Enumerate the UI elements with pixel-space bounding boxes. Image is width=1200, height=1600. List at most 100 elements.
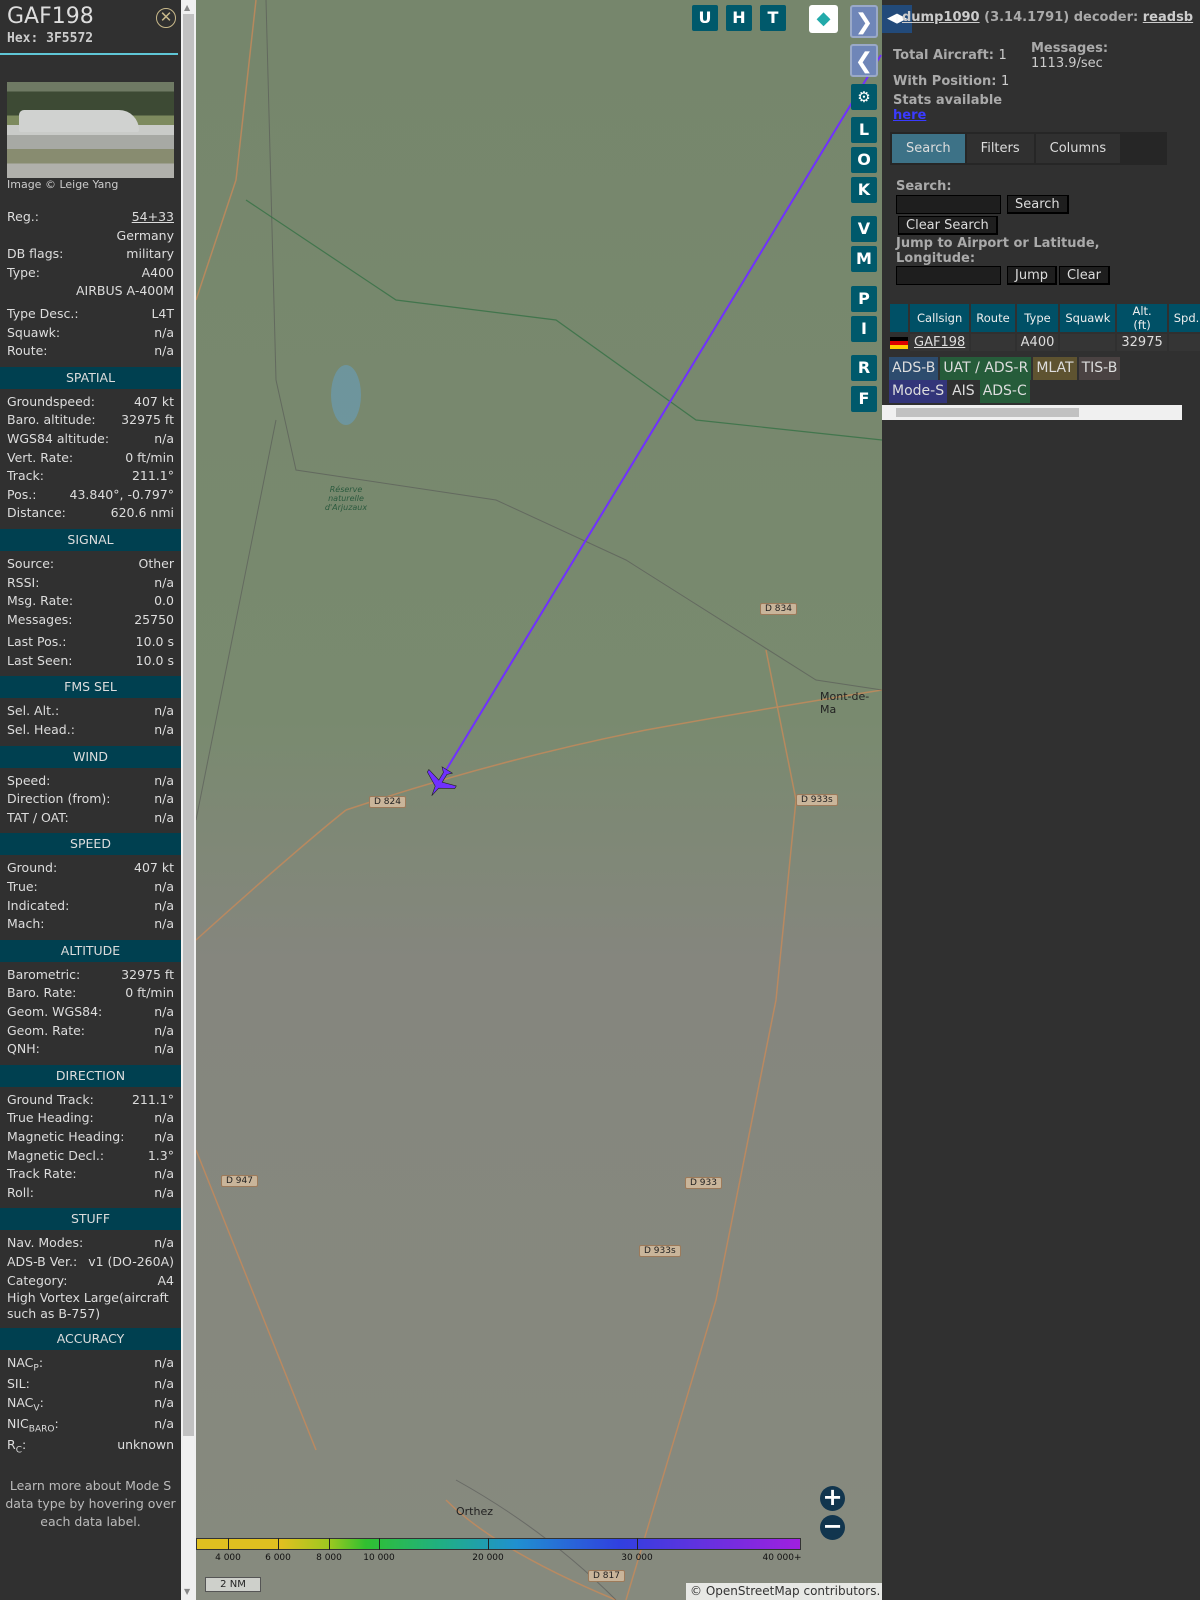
map-button-k[interactable]: K	[851, 177, 877, 203]
scroll-up-icon[interactable]: ▲	[184, 3, 190, 12]
info-label[interactable]: Direction (from):	[7, 790, 111, 809]
column-flag[interactable]	[890, 304, 908, 332]
close-icon[interactable]: ✕	[156, 8, 176, 28]
map-button-t[interactable]: T	[760, 5, 786, 31]
search-button[interactable]: Search	[1007, 195, 1069, 214]
sidebar-scrollbar[interactable]: ▲ ▼	[181, 0, 196, 1600]
info-label[interactable]: Category:	[7, 1272, 67, 1291]
info-label[interactable]: Last Seen:	[7, 652, 72, 671]
info-label[interactable]: SIL:	[7, 1375, 30, 1394]
map-button-o[interactable]: O	[851, 147, 877, 173]
zoom-out-icon[interactable]: −	[820, 1514, 845, 1540]
info-label[interactable]: ADS-B Ver.:	[7, 1253, 77, 1272]
table-row[interactable]: GAF198 A400 32975	[890, 334, 1200, 351]
column-route[interactable]: Route	[971, 304, 1015, 332]
info-label[interactable]: Groundspeed:	[7, 393, 95, 412]
zoom-in-icon[interactable]: +	[820, 1485, 845, 1511]
info-label[interactable]: Vert. Rate:	[7, 449, 73, 468]
clear-search-button[interactable]: Clear Search	[898, 216, 998, 235]
info-label[interactable]: RC:	[7, 1436, 26, 1457]
info-label[interactable]: Msg. Rate:	[7, 592, 73, 611]
column-type[interactable]: Type	[1016, 304, 1059, 332]
map-button-h[interactable]: H	[726, 5, 752, 31]
jump-button[interactable]: Jump	[1007, 266, 1057, 285]
aircraft-photo[interactable]	[7, 82, 174, 178]
decoder-link[interactable]: readsb	[1143, 10, 1193, 25]
info-label[interactable]: Baro. altitude:	[7, 411, 96, 430]
scrollbar-thumb[interactable]	[183, 14, 194, 1436]
info-label[interactable]: Pos.:	[7, 486, 36, 505]
info-label[interactable]: Speed:	[7, 772, 50, 791]
info-label[interactable]: Squawk:	[7, 324, 60, 343]
info-label[interactable]: Mach:	[7, 915, 44, 934]
cell-callsign[interactable]: GAF198	[910, 334, 970, 351]
tab-filters[interactable]: Filters	[966, 134, 1034, 163]
info-label[interactable]: Nav. Modes:	[7, 1234, 83, 1253]
column-speed[interactable]: Spd.	[1168, 304, 1200, 332]
search-input[interactable]	[896, 195, 1001, 214]
info-row: Indicated: n/a	[0, 897, 181, 916]
map-button-l[interactable]: L	[851, 117, 877, 143]
layers-icon[interactable]: ◆	[809, 5, 838, 33]
info-label[interactable]: Sel. Alt.:	[7, 702, 59, 721]
info-label[interactable]: Barometric:	[7, 966, 80, 985]
info-label[interactable]: DB flags:	[7, 245, 63, 264]
info-label[interactable]: Source:	[7, 555, 54, 574]
scrollbar-thumb[interactable]	[896, 408, 1079, 417]
info-label[interactable]: TAT / OAT:	[7, 809, 69, 828]
info-label[interactable]: Distance:	[7, 504, 66, 523]
info-label[interactable]: NICBARO:	[7, 1415, 59, 1436]
aircraft-marker-icon[interactable]	[418, 762, 461, 804]
info-label[interactable]: NACP:	[7, 1354, 43, 1375]
info-label[interactable]: Ground:	[7, 859, 57, 878]
info-label[interactable]: RSSI:	[7, 574, 39, 593]
info-label[interactable]: True Heading:	[7, 1109, 94, 1128]
map-button-r[interactable]: R	[851, 355, 877, 381]
attribution[interactable]: © OpenStreetMap contributors.	[686, 1583, 882, 1600]
column-squawk[interactable]: Squawk	[1060, 304, 1116, 332]
info-label[interactable]: Geom. WGS84:	[7, 1003, 102, 1022]
map-button-i[interactable]: I	[851, 316, 877, 342]
info-label[interactable]: Messages:	[7, 611, 73, 630]
info-label[interactable]: Magnetic Decl.:	[7, 1147, 104, 1166]
info-label[interactable]: Baro. Rate:	[7, 984, 76, 1003]
stats-link[interactable]: here	[893, 108, 926, 123]
info-label[interactable]: Last Pos.:	[7, 633, 66, 652]
map-button-p[interactable]: P	[851, 286, 877, 312]
info-label[interactable]: Indicated:	[7, 897, 69, 916]
tab-search[interactable]: Search	[892, 134, 965, 163]
chevron-left-icon[interactable]: ❮	[850, 44, 878, 77]
column-callsign[interactable]: Callsign	[910, 304, 970, 332]
map-button-m[interactable]: M	[851, 246, 877, 272]
info-label[interactable]: Magnetic Heading:	[7, 1128, 124, 1147]
info-label[interactable]: QNH:	[7, 1040, 40, 1059]
info-label[interactable]: Reg.:	[7, 208, 39, 227]
map[interactable]: D 834 D 824 D 933s D 947 D 933 D 933s D …	[196, 0, 882, 1600]
map-button-f[interactable]: F	[851, 386, 877, 412]
info-label[interactable]: Sel. Head.:	[7, 721, 75, 740]
chevron-right-icon[interactable]: ❯	[850, 5, 878, 38]
table-scrollbar[interactable]	[882, 405, 1182, 420]
info-label[interactable]: WGS84 altitude:	[7, 430, 109, 449]
info-label[interactable]: Roll:	[7, 1184, 34, 1203]
info-label[interactable]: NACV:	[7, 1394, 44, 1415]
app-link[interactable]: dump1090	[902, 10, 980, 25]
info-label[interactable]: True:	[7, 878, 38, 897]
info-label[interactable]: Route:	[7, 342, 48, 361]
tab-columns[interactable]: Columns	[1035, 134, 1121, 163]
info-row: DB flags: military	[0, 245, 181, 264]
info-label[interactable]: Type Desc.:	[7, 305, 79, 324]
map-button-u[interactable]: U	[692, 5, 718, 31]
scroll-down-icon[interactable]: ▼	[184, 1587, 190, 1596]
column-altitude[interactable]: Alt. (ft)	[1117, 304, 1167, 332]
info-label[interactable]: Type:	[7, 264, 40, 283]
info-label[interactable]: Ground Track:	[7, 1091, 94, 1110]
gear-icon[interactable]: ⚙	[851, 84, 877, 110]
info-label[interactable]: Track Rate:	[7, 1165, 77, 1184]
jump-input[interactable]	[896, 266, 1001, 285]
info-label[interactable]: Track:	[7, 467, 44, 486]
info-label[interactable]: Geom. Rate:	[7, 1022, 85, 1041]
map-button-v[interactable]: V	[851, 216, 877, 242]
info-value[interactable]: 54+33	[132, 208, 174, 227]
clear-button[interactable]: Clear	[1059, 266, 1110, 285]
